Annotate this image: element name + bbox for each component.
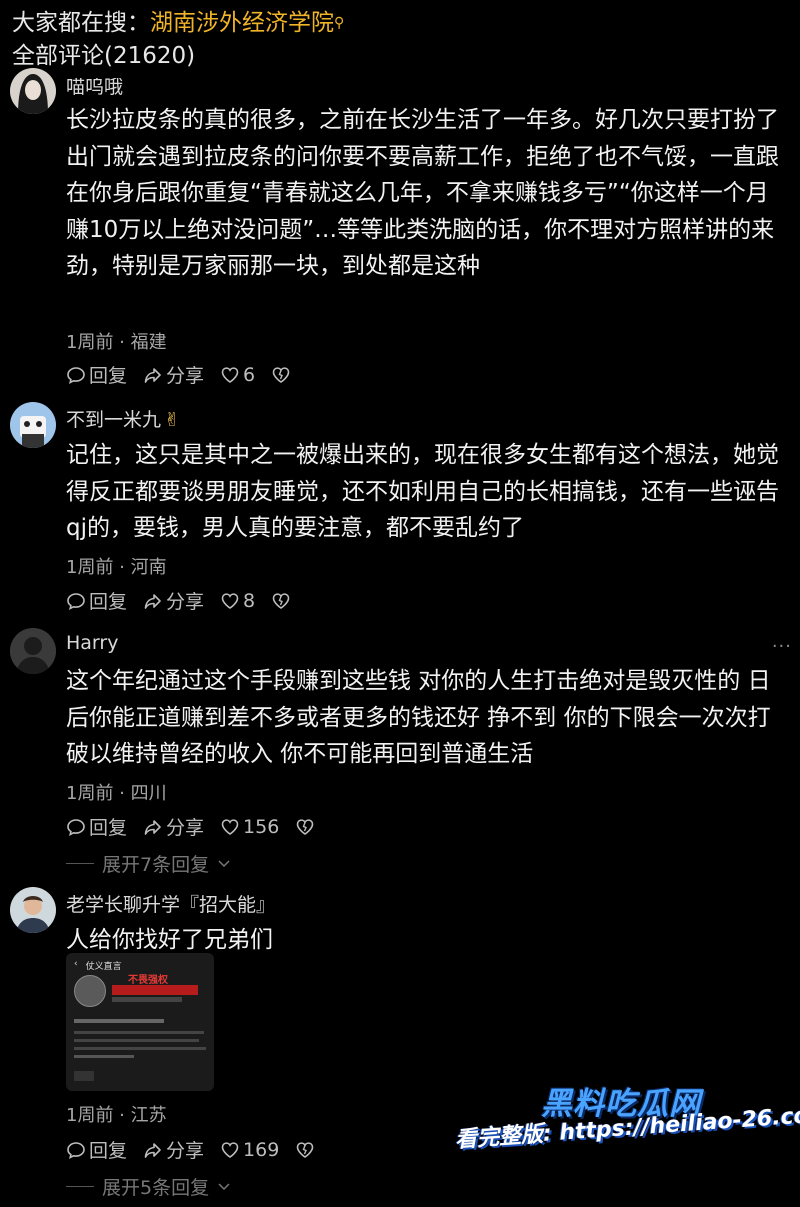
- comment-actions: 回复 分享 156: [66, 813, 315, 840]
- victory-hand-emoji: ✌: [164, 409, 180, 431]
- watermark: 黑料吃瓜网 看完整版: https://heiliao-26.com: [454, 1078, 800, 1188]
- comment-image[interactable]: ‹ 仗义直言 不畏强权: [66, 953, 214, 1091]
- username[interactable]: 不到一米九 ✌: [66, 405, 180, 432]
- share-label: 分享: [166, 1140, 205, 1162]
- share-button[interactable]: 分享: [143, 813, 204, 840]
- divider: [66, 863, 94, 864]
- like-heart-icon: [221, 366, 239, 383]
- like-heart-icon: [221, 592, 239, 609]
- reply-icon: [67, 1141, 85, 1159]
- comment-meta: 1周前 · 四川: [66, 783, 167, 804]
- share-button[interactable]: 分享: [143, 587, 204, 614]
- share-button[interactable]: 分享: [143, 1136, 204, 1163]
- share-button[interactable]: 分享: [143, 361, 204, 388]
- dislike-button[interactable]: [271, 591, 291, 611]
- dislike-button[interactable]: [271, 365, 291, 385]
- avatar[interactable]: [10, 68, 56, 114]
- share-label: 分享: [166, 591, 205, 613]
- avatar[interactable]: [10, 628, 56, 674]
- comment-meta: 1周前 · 江苏: [66, 1105, 167, 1126]
- image-title: 仗义直言: [85, 962, 122, 972]
- search-term-link[interactable]: 湖南涉外经济学院: [150, 10, 334, 36]
- comments-count: 全部评论(21620): [12, 43, 196, 69]
- reply-label: 回复: [89, 1140, 128, 1162]
- comment-text: 记住，这只是其中之一被爆出来的，现在很多女生都有这个想法，她觉得反正都要谈男朋友…: [66, 442, 779, 541]
- image-headline-bar: [112, 985, 198, 995]
- reply-icon: [67, 818, 85, 836]
- like-button[interactable]: 169: [220, 1139, 279, 1161]
- comment-meta: 1周前 · 福建: [66, 332, 167, 353]
- like-count: 169: [243, 1138, 280, 1161]
- chevron-down-icon: [218, 859, 230, 867]
- like-button[interactable]: 156: [220, 816, 279, 838]
- dislike-heart-icon: [272, 366, 290, 383]
- reply-button[interactable]: 回复: [66, 813, 127, 840]
- reply-label: 回复: [89, 365, 128, 387]
- search-suggestion[interactable]: 大家都在搜：湖南涉外经济学院⚲: [12, 4, 344, 42]
- image-footer: [74, 1071, 94, 1081]
- username[interactable]: Harry: [66, 632, 118, 654]
- dislike-heart-icon: [296, 818, 314, 835]
- like-count: 156: [243, 815, 280, 838]
- share-icon: [144, 1142, 161, 1158]
- expand-replies-button[interactable]: 展开5条回复: [66, 1173, 231, 1200]
- comment-actions: 回复 分享 8: [66, 587, 291, 614]
- comment-meta: 1周前 · 河南: [66, 557, 167, 578]
- expand-replies-label: 展开5条回复: [102, 1177, 210, 1199]
- reply-button[interactable]: 回复: [66, 361, 127, 388]
- dislike-button[interactable]: [295, 1140, 315, 1160]
- like-count: 8: [243, 589, 256, 612]
- like-button[interactable]: 6: [220, 364, 255, 386]
- image-text-line: [74, 1031, 204, 1034]
- image-text-line: [74, 1055, 134, 1058]
- share-icon: [144, 593, 161, 609]
- reply-label: 回复: [89, 591, 128, 613]
- header: 大家都在搜：湖南涉外经济学院⚲ 全部评论(21620): [12, 4, 344, 72]
- reply-icon: [67, 366, 85, 384]
- image-text-line: [74, 1039, 199, 1042]
- chevron-down-icon: [218, 1182, 230, 1190]
- comment-text: 这个年纪通过这个手段赚到这些钱 对你的人生打击绝对是毁灭性的 日后你能正道赚到差…: [66, 668, 771, 767]
- avatar[interactable]: [10, 887, 56, 933]
- comment-actions: 回复 分享 169: [66, 1136, 315, 1163]
- expand-replies-label: 展开7条回复: [102, 854, 210, 876]
- dislike-heart-icon: [296, 1141, 314, 1158]
- username-text: 不到一米九: [66, 409, 162, 431]
- username[interactable]: 老学长聊升学『招大能』: [66, 890, 275, 917]
- expand-replies-button[interactable]: 展开7条回复: [66, 850, 231, 877]
- reply-button[interactable]: 回复: [66, 1136, 127, 1163]
- avatar[interactable]: [10, 402, 56, 448]
- reply-label: 回复: [89, 817, 128, 839]
- image-banner: 不畏强权: [128, 975, 168, 986]
- back-arrow-icon: ‹: [74, 959, 78, 969]
- more-icon[interactable]: ···: [772, 636, 792, 657]
- reply-icon: [67, 592, 85, 610]
- comment-text: 长沙拉皮条的真的很多，之前在长沙生活了一年多。好几次只要打扮了出门就会遇到拉皮条…: [66, 107, 779, 279]
- reply-button[interactable]: 回复: [66, 587, 127, 614]
- image-text-line: [74, 1047, 206, 1050]
- divider: [66, 1186, 94, 1187]
- share-icon: [144, 367, 161, 383]
- like-heart-icon: [221, 1141, 239, 1158]
- comment-actions: 回复 分享 6: [66, 361, 291, 388]
- like-heart-icon: [221, 818, 239, 835]
- image-subline: [112, 997, 182, 1002]
- image-stats: [74, 1019, 164, 1023]
- dislike-button[interactable]: [295, 817, 315, 837]
- share-icon: [144, 819, 161, 835]
- dislike-heart-icon: [272, 592, 290, 609]
- share-label: 分享: [166, 817, 205, 839]
- like-button[interactable]: 8: [220, 590, 255, 612]
- search-prefix: 大家都在搜：: [12, 10, 150, 36]
- share-label: 分享: [166, 365, 205, 387]
- search-suggest-icon[interactable]: ⚲: [334, 15, 344, 31]
- image-avatar: [74, 975, 106, 1007]
- like-count: 6: [243, 363, 256, 386]
- username[interactable]: 喵呜哦: [66, 78, 123, 99]
